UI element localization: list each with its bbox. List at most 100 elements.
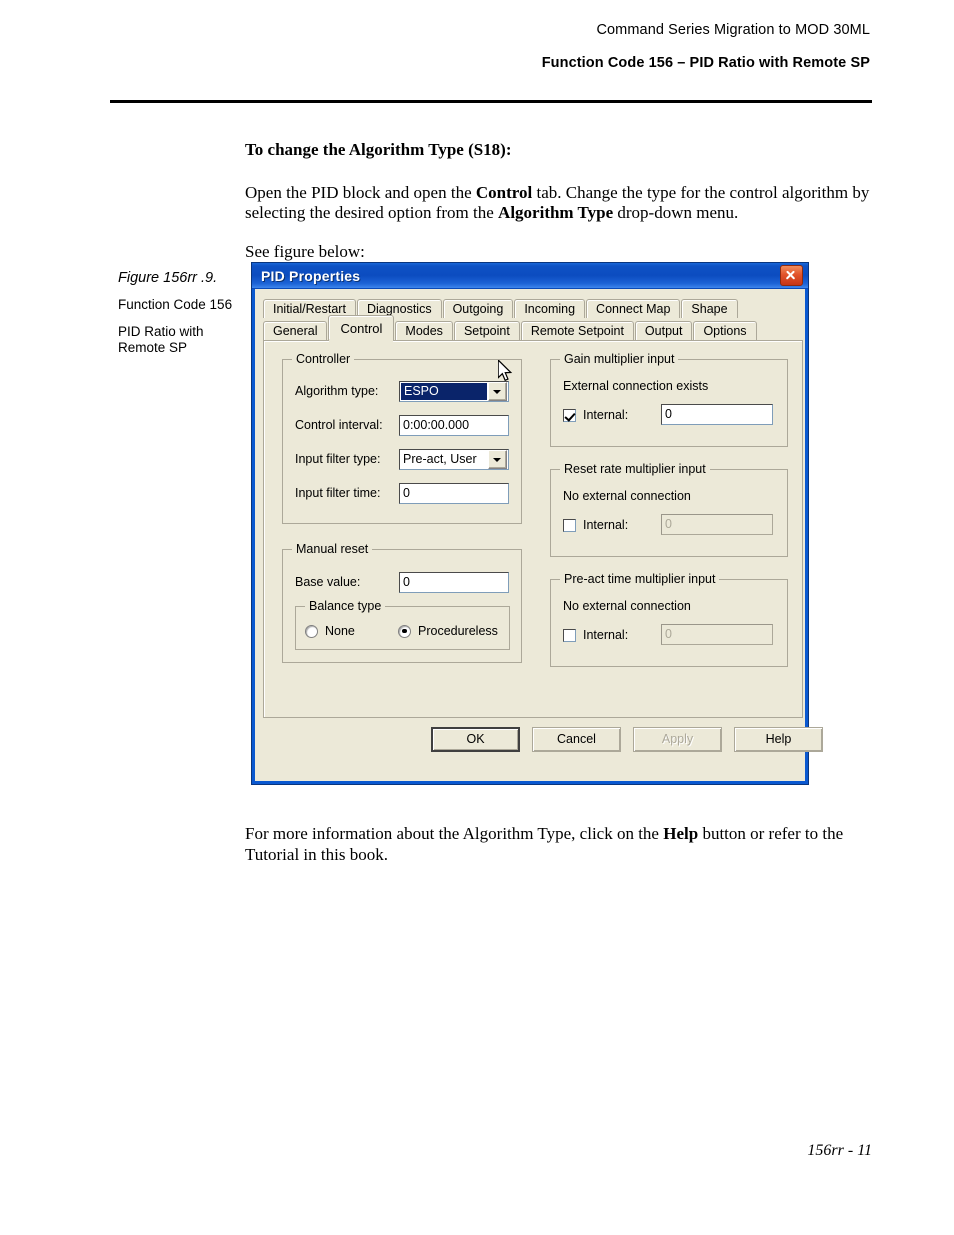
control-interval-label: Control interval:: [295, 418, 383, 432]
reset-rate-multiplier-group: Reset rate multiplier input No external …: [550, 462, 788, 557]
reset-rate-internal-label: Internal:: [583, 518, 629, 532]
header-document-title: Command Series Migration to MOD 30ML: [596, 22, 870, 38]
tab-options[interactable]: Options: [693, 321, 757, 340]
input-filter-type-row: Input filter type:: [295, 452, 399, 466]
preact-time-multiplier-group: Pre-act time multiplier input No externa…: [550, 572, 788, 667]
reset-rate-multiplier-status: No external connection: [563, 489, 691, 503]
tab-strip: Initial/Restart Diagnostics Outgoing Inc…: [263, 296, 803, 343]
manual-reset-group-legend: Manual reset: [292, 542, 373, 556]
dialog-body: Initial/Restart Diagnostics Outgoing Inc…: [255, 289, 823, 781]
para1-text-a: Open the PID block and open the: [245, 182, 476, 202]
control-interval-row: Control interval:: [295, 418, 399, 432]
balance-type-option-procedureless[interactable]: Procedureless: [398, 624, 498, 638]
reset-rate-status-row: No external connection: [563, 489, 691, 503]
dialog-button-bar: OK Cancel Apply Help: [263, 727, 823, 757]
ok-button[interactable]: OK: [431, 727, 520, 752]
dialog-title: PID Properties: [261, 267, 361, 284]
tab-output[interactable]: Output: [634, 321, 693, 340]
body-paragraph-after: For more information about the Algorithm…: [245, 824, 873, 865]
preact-status-row: No external connection: [563, 599, 691, 613]
para1-bold-control: Control: [475, 182, 533, 202]
input-filter-type-value: Pre-act, User: [403, 452, 477, 466]
preact-internal-label: Internal:: [583, 628, 629, 642]
reset-rate-internal-row[interactable]: Internal:: [563, 518, 628, 532]
header-rule: [110, 100, 872, 103]
page-header: Command Series Migration to MOD 30ML Fun…: [110, 22, 870, 71]
close-icon[interactable]: [780, 265, 803, 286]
gain-multiplier-status: External connection exists: [563, 379, 709, 393]
tab-remote-setpoint[interactable]: Remote Setpoint: [520, 321, 634, 340]
algorithm-type-row: Algorithm type:: [295, 384, 399, 398]
body-heading: To change the Algorithm Type (S18):: [245, 140, 512, 159]
dialog-titlebar[interactable]: PID Properties: [252, 263, 808, 289]
gain-multiplier-group: Gain multiplier input External connectio…: [550, 352, 788, 447]
radio-procedureless-icon[interactable]: [398, 624, 411, 638]
tab-setpoint[interactable]: Setpoint: [453, 321, 520, 340]
apply-button: Apply: [633, 727, 722, 752]
tab-page-control: Controller Algorithm type: ESPO Control …: [263, 340, 803, 718]
pid-properties-dialog: PID Properties Initial/Restart Diagnosti…: [251, 262, 823, 785]
body-paragraph-1: Open the PID block and open the Control …: [245, 183, 873, 224]
help-button[interactable]: Help: [734, 727, 823, 752]
figure-caption-line-2: PID Ratio with Remote SP: [118, 324, 204, 355]
controller-group: Controller Algorithm type: ESPO Control …: [282, 352, 522, 524]
figure-caption-title: Figure 156rr .9.: [118, 270, 218, 286]
chevron-down-icon[interactable]: [488, 450, 507, 469]
gain-multiplier-status-row: External connection exists: [563, 379, 708, 393]
input-filter-time-row: Input filter time:: [295, 486, 399, 500]
tab-row-2: General Control Modes Setpoint Remote Se…: [263, 315, 803, 342]
tab-incoming[interactable]: Incoming: [514, 299, 586, 318]
gain-multiplier-internal-label: Internal:: [583, 408, 629, 422]
manual-reset-group: Manual reset Base value: 0 Balance type …: [282, 542, 522, 663]
input-filter-type-label: Input filter type:: [295, 452, 381, 466]
tab-general[interactable]: General: [263, 321, 328, 340]
balance-type-procedureless-label: Procedureless: [418, 624, 498, 638]
tab-control[interactable]: Control: [328, 315, 395, 342]
body-see-figure: See figure below:: [245, 241, 365, 261]
after-text-a: For more information about the Algorithm…: [245, 824, 664, 843]
tab-modes[interactable]: Modes: [395, 321, 453, 340]
reset-rate-multiplier-legend: Reset rate multiplier input: [560, 462, 710, 476]
gain-multiplier-legend: Gain multiplier input: [560, 352, 679, 366]
checkbox-internal-reset-rate-icon[interactable]: [563, 518, 576, 532]
figure-caption: Figure 156rr .9. Function Code 156 PID R…: [118, 270, 240, 367]
controller-group-legend: Controller: [292, 352, 355, 366]
balance-type-option-none[interactable]: None: [305, 624, 355, 638]
control-interval-input[interactable]: 0:00:00.000: [399, 415, 509, 436]
radio-none-icon[interactable]: [305, 624, 318, 638]
checkbox-internal-preact-icon[interactable]: [563, 628, 576, 642]
input-filter-type-combobox[interactable]: Pre-act, User: [399, 449, 509, 470]
preact-time-multiplier-legend: Pre-act time multiplier input: [560, 572, 720, 586]
input-filter-time-input[interactable]: 0: [399, 483, 509, 504]
chevron-down-icon[interactable]: [488, 382, 507, 401]
balance-type-none-label: None: [325, 624, 355, 638]
base-value-input[interactable]: 0: [399, 572, 509, 593]
algorithm-type-combobox[interactable]: ESPO: [399, 381, 509, 402]
body-column: To change the Algorithm Type (S18): Open…: [245, 140, 873, 280]
para1-bold-algorithm-type: Algorithm Type: [498, 203, 614, 222]
gain-multiplier-internal-row[interactable]: Internal:: [563, 408, 628, 422]
para1-text-e: drop-down menu.: [613, 203, 739, 222]
balance-type-group: Balance type None Procedureless: [295, 599, 510, 650]
body-column-after-figure: For more information about the Algorithm…: [245, 824, 873, 883]
input-filter-time-label: Input filter time:: [295, 486, 381, 500]
base-value-row: Base value:: [295, 575, 399, 589]
page-number: 156rr - 11: [807, 1142, 872, 1159]
algorithm-type-label: Algorithm type:: [295, 384, 379, 398]
after-bold-help: Help: [663, 824, 699, 843]
base-value-label: Base value:: [295, 575, 361, 589]
tab-outgoing[interactable]: Outgoing: [442, 299, 514, 318]
algorithm-type-value: ESPO: [401, 383, 487, 400]
preact-internal-row[interactable]: Internal:: [563, 628, 628, 642]
tab-shape[interactable]: Shape: [681, 299, 738, 318]
gain-multiplier-internal-input[interactable]: 0: [661, 404, 773, 425]
tab-connect-map[interactable]: Connect Map: [586, 299, 681, 318]
header-section-title: Function Code 156 – PID Ratio with Remot…: [541, 55, 870, 71]
checkbox-internal-gain-icon[interactable]: [563, 408, 576, 422]
preact-internal-input: 0: [661, 624, 773, 645]
balance-type-group-legend: Balance type: [305, 599, 386, 613]
reset-rate-internal-input: 0: [661, 514, 773, 535]
preact-time-multiplier-status: No external connection: [563, 599, 691, 613]
figure-caption-line-1: Function Code 156: [118, 297, 233, 312]
cancel-button[interactable]: Cancel: [532, 727, 621, 752]
